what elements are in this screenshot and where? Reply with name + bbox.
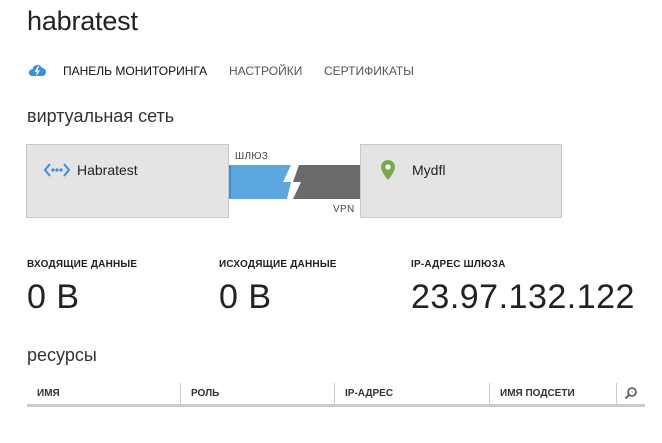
location-pin-icon bbox=[381, 160, 395, 185]
tab-settings[interactable]: НАСТРОЙКИ bbox=[229, 64, 302, 78]
network-icon bbox=[43, 161, 71, 184]
local-network-tile[interactable]: Habratest bbox=[26, 144, 229, 218]
gateway-connector[interactable] bbox=[229, 165, 360, 199]
column-ip-address[interactable]: IP-АДРЕС bbox=[334, 383, 489, 404]
column-role[interactable]: РОЛЬ bbox=[180, 383, 334, 404]
incoming-data-label: ВХОДЯЩИЕ ДАННЫЕ bbox=[27, 259, 138, 270]
local-network-name: Habratest bbox=[77, 162, 138, 178]
gateway-ip-value: 23.97.132.122 bbox=[411, 278, 635, 316]
virtual-network-title: виртуальная сеть bbox=[27, 106, 175, 126]
tab-certificates[interactable]: СЕРТИФИКАТЫ bbox=[324, 64, 414, 78]
outgoing-data-value: 0 B bbox=[219, 278, 272, 316]
resources-table-header: ИМЯ РОЛЬ IP-АДРЕС ИМЯ ПОДСЕТИ bbox=[27, 383, 645, 407]
gateway-label: ШЛЮЗ bbox=[235, 151, 269, 162]
search-icon bbox=[624, 387, 637, 400]
gateway-ip-label: IP-АДРЕС ШЛЮЗА bbox=[411, 259, 506, 270]
vpn-label: VPN bbox=[333, 204, 355, 215]
column-subnet-name[interactable]: ИМЯ ПОДСЕТИ bbox=[489, 383, 617, 404]
tab-dashboard[interactable]: ПАНЕЛЬ МОНИТОРИНГА bbox=[63, 64, 207, 78]
column-name[interactable]: ИМЯ bbox=[27, 383, 180, 404]
table-search-button[interactable] bbox=[616, 383, 645, 404]
page-title: habratest bbox=[27, 6, 138, 36]
resources-title: ресурсы bbox=[27, 345, 97, 365]
remote-network-name: Mydfl bbox=[412, 162, 446, 178]
dashboard-cloud-icon bbox=[27, 63, 47, 79]
incoming-data-value: 0 B bbox=[27, 278, 80, 316]
outgoing-data-label: ИСХОДЯЩИЕ ДАННЫЕ bbox=[219, 259, 337, 270]
remote-network-tile[interactable]: Mydfl bbox=[360, 144, 562, 218]
